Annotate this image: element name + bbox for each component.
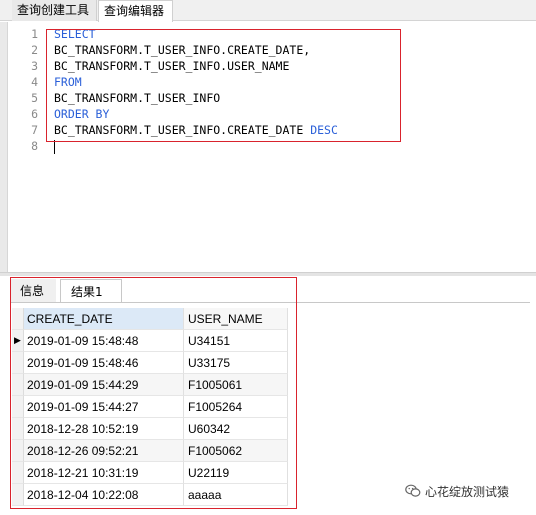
line-number-gutter: 1 2 3 4 5 6 7 8 [10,26,40,154]
line-number: 4 [31,75,38,89]
result-highlight-box [10,277,297,509]
text-caret [54,140,55,154]
wechat-icon [405,484,421,497]
watermark: 心花绽放测试猿 [405,482,509,502]
tab-query-editor[interactable]: 查询编辑器 [98,0,173,22]
line-number: 8 [31,139,38,153]
line-number: 2 [31,43,38,57]
tab-query-builder[interactable]: 查询创建工具 [12,0,97,21]
line-number: 7 [31,123,38,137]
watermark-text: 心花绽放测试猿 [425,485,510,499]
top-tab-bar: 查询创建工具 查询编辑器 [0,0,536,22]
line-number: 5 [31,91,38,105]
line-number: 3 [31,59,38,73]
line-number: 1 [31,27,38,41]
line-number: 6 [31,107,38,121]
editor-highlight-box [46,29,401,142]
editor-left-strip [0,22,8,274]
